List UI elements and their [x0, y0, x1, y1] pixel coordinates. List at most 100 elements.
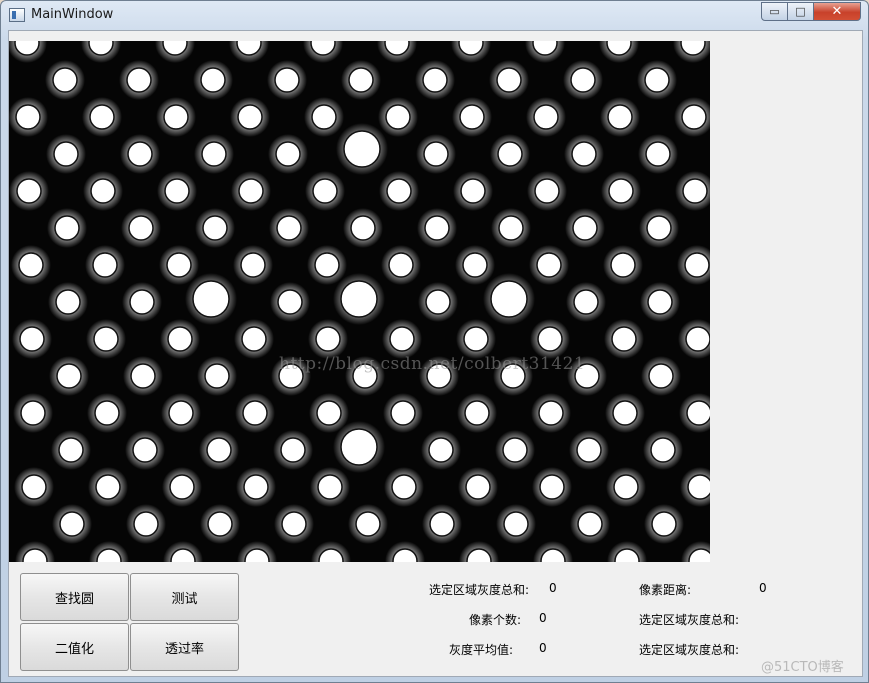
- detected-circle: [685, 326, 710, 352]
- detected-circle: [388, 252, 414, 278]
- detected-circle: [536, 252, 562, 278]
- detected-circle: [390, 400, 416, 426]
- detected-circle: [89, 104, 115, 130]
- detected-circle: [644, 67, 670, 93]
- detected-circle: [425, 289, 451, 315]
- detected-circle: [537, 326, 563, 352]
- detected-circle: [534, 178, 560, 204]
- detected-circle: [645, 141, 671, 167]
- detected-circle: [93, 326, 119, 352]
- detected-circle: [576, 437, 602, 463]
- detected-circle: [391, 474, 417, 500]
- detected-circle: [651, 511, 677, 537]
- detected-circle: [389, 326, 415, 352]
- region-gray-sum-label-3: 选定区域灰度总和:: [639, 643, 740, 657]
- detected-circle: [240, 252, 266, 278]
- detected-circle: [204, 363, 230, 389]
- gray-average-label: 灰度平均值:: [449, 643, 514, 657]
- detected-circle: [648, 363, 674, 389]
- minimize-icon: ▭: [769, 5, 780, 18]
- detected-circle: [340, 428, 378, 466]
- detected-circle: [613, 474, 639, 500]
- transmittance-button[interactable]: 透过率: [130, 623, 239, 671]
- detected-circle: [463, 326, 489, 352]
- maximize-button[interactable]: □: [787, 2, 814, 21]
- detected-circle: [237, 104, 263, 130]
- detected-circle: [682, 178, 708, 204]
- detected-circle: [611, 326, 637, 352]
- detected-circle: [539, 474, 565, 500]
- binarize-button[interactable]: 二值化: [20, 623, 129, 671]
- detected-circle: [54, 215, 80, 241]
- region-gray-sum-label-2: 选定区域灰度总和:: [639, 613, 740, 627]
- detected-circle: [464, 400, 490, 426]
- pixel-count-value: 0: [539, 611, 547, 625]
- client-area: http://blog.csdn.net/colbert31421 查找圆 测试…: [8, 30, 863, 677]
- detected-circle: [20, 400, 46, 426]
- detected-circle: [90, 178, 116, 204]
- detected-circle: [192, 280, 230, 318]
- window-title: MainWindow: [31, 7, 114, 22]
- detected-circle: [275, 141, 301, 167]
- detected-circle: [59, 511, 85, 537]
- detected-circle: [612, 400, 638, 426]
- find-circle-button[interactable]: 查找圆: [20, 573, 129, 621]
- detected-circle: [428, 437, 454, 463]
- detected-circle: [206, 437, 232, 463]
- detected-circle: [423, 141, 449, 167]
- detected-circle: [126, 67, 152, 93]
- detected-circle: [280, 437, 306, 463]
- minimize-button[interactable]: ▭: [761, 2, 788, 21]
- detected-circle: [343, 130, 381, 168]
- detected-circle: [163, 104, 189, 130]
- detected-circle: [166, 252, 192, 278]
- image-view[interactable]: http://blog.csdn.net/colbert31421: [9, 41, 710, 562]
- detected-circle: [132, 437, 158, 463]
- detected-circle: [130, 363, 156, 389]
- detected-circle: [538, 400, 564, 426]
- close-icon: ✕: [831, 4, 843, 19]
- detected-circle: [571, 141, 597, 167]
- detected-circle: [167, 326, 193, 352]
- detected-circle: [238, 178, 264, 204]
- detected-circle: [502, 437, 528, 463]
- pixel-distance-value: 0: [759, 581, 767, 595]
- detected-circle: [350, 215, 376, 241]
- detected-circle: [200, 67, 226, 93]
- detected-circle: [462, 252, 488, 278]
- detected-circle: [681, 104, 707, 130]
- detected-circle: [348, 67, 374, 93]
- detected-circle: [424, 215, 450, 241]
- detected-circle: [465, 474, 491, 500]
- detected-circle: [169, 474, 195, 500]
- detected-circle: [56, 363, 82, 389]
- detected-circle: [577, 511, 603, 537]
- detected-circle: [608, 178, 634, 204]
- detected-circle: [281, 511, 307, 537]
- detected-circle: [317, 474, 343, 500]
- detected-circle: [202, 215, 228, 241]
- detected-circle: [19, 326, 45, 352]
- detected-circle: [684, 252, 710, 278]
- detected-circle: [386, 178, 412, 204]
- region-gray-sum-value: 0: [549, 581, 557, 595]
- detected-circle: [311, 104, 337, 130]
- detected-circle: [15, 104, 41, 130]
- detected-circle: [133, 511, 159, 537]
- maximize-icon: □: [795, 5, 806, 18]
- detected-circle: [277, 289, 303, 315]
- detected-circle: [385, 104, 411, 130]
- detected-circle: [650, 437, 676, 463]
- detected-circle: [168, 400, 194, 426]
- title-bar[interactable]: MainWindow ▭ □ ✕: [1, 1, 868, 29]
- detected-circle: [646, 215, 672, 241]
- detected-circle: [128, 215, 154, 241]
- close-button[interactable]: ✕: [813, 2, 861, 21]
- watermark-text: http://blog.csdn.net/colbert31421: [279, 354, 586, 374]
- test-button[interactable]: 测试: [130, 573, 239, 621]
- detected-circle: [242, 400, 268, 426]
- detected-circle: [164, 178, 190, 204]
- detected-circle: [686, 400, 710, 426]
- detected-circle: [241, 326, 267, 352]
- detected-circle: [129, 289, 155, 315]
